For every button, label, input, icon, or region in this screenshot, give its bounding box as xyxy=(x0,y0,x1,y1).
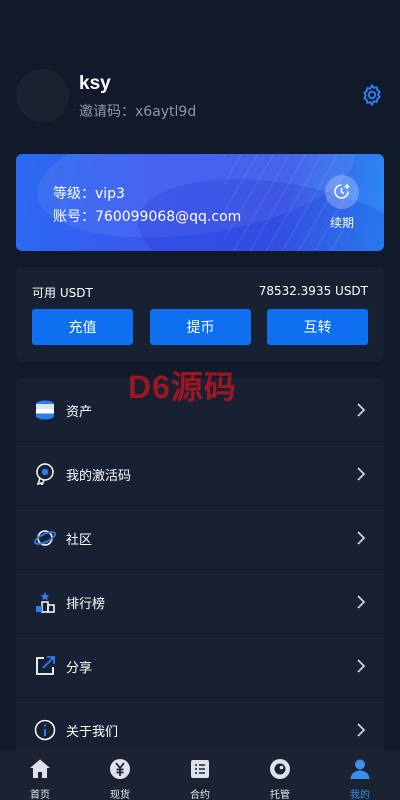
tab-label: 现货 xyxy=(110,790,130,800)
chevron-right-icon xyxy=(357,723,366,737)
invite-code: 邀请码：x6aytl9d xyxy=(79,104,197,120)
renew-button[interactable]: 续期 xyxy=(324,175,360,231)
camera-lens-icon xyxy=(270,759,290,779)
transfer-button[interactable]: 互转 xyxy=(267,309,368,345)
username: ksy xyxy=(79,73,111,94)
menu-item-leaderboard[interactable]: 排行榜 xyxy=(16,570,384,634)
home-icon xyxy=(30,759,50,778)
menu-list: 资产 我的激活码 社区 排行榜 分享 关于我们 xyxy=(16,378,384,758)
tab-label: 我的 xyxy=(350,790,370,800)
menu-item-label: 社区 xyxy=(66,533,93,548)
vip-level: 等级：vip3 xyxy=(53,186,125,202)
menu-item-community[interactable]: 社区 xyxy=(16,506,384,570)
tab-contract[interactable]: 合约 xyxy=(160,750,240,800)
info-icon xyxy=(34,719,56,741)
renew-label: 续期 xyxy=(329,216,354,230)
withdraw-button[interactable]: 提币 xyxy=(150,309,251,345)
gear-icon[interactable] xyxy=(360,83,384,107)
menu-item-label: 我的激活码 xyxy=(66,469,132,484)
avatar[interactable] xyxy=(16,69,69,122)
chevron-right-icon xyxy=(357,403,366,417)
watermark: D6源码 xyxy=(128,369,237,405)
share-icon xyxy=(36,656,55,675)
menu-item-label: 关于我们 xyxy=(66,725,119,740)
menu-item-label: 资产 xyxy=(66,405,93,420)
menu-item-about[interactable]: 关于我们 xyxy=(16,698,384,758)
tab-mine[interactable]: 我的 xyxy=(320,750,400,800)
menu-item-label: 排行榜 xyxy=(66,597,106,612)
chevron-right-icon xyxy=(357,595,366,609)
podium-icon xyxy=(36,592,55,613)
tab-spot[interactable]: 现货 xyxy=(80,750,160,800)
menu-item-share[interactable]: 分享 xyxy=(16,634,384,698)
balance-panel: 可用 USDT 78532.3935 USDT 充值 提币 互转 xyxy=(16,267,384,361)
yen-icon xyxy=(110,759,130,779)
vip-account: 账号：760099068@qq.com xyxy=(53,209,242,225)
profile-header: ksy 邀请码：x6aytl9d xyxy=(16,69,384,123)
balance-value: 78532.3935 USDT xyxy=(258,284,368,298)
menu-item-label: 分享 xyxy=(66,661,93,676)
balance-label: 可用 USDT xyxy=(32,286,93,300)
chevron-right-icon xyxy=(357,531,366,545)
tab-label: 合约 xyxy=(190,790,210,800)
tab-label: 托管 xyxy=(270,790,290,800)
chevron-right-icon xyxy=(357,659,366,673)
planet-icon xyxy=(34,530,56,546)
clock-plus-icon xyxy=(325,175,359,209)
tab-label: 首页 xyxy=(30,790,50,800)
disc-icon xyxy=(36,463,54,485)
chevron-right-icon xyxy=(357,467,366,481)
menu-item-activation-code[interactable]: 我的激活码 xyxy=(16,442,384,506)
coins-icon xyxy=(36,400,54,420)
tab-home[interactable]: 首页 xyxy=(0,750,80,800)
tab-custody[interactable]: 托管 xyxy=(240,750,320,800)
recharge-button[interactable]: 充值 xyxy=(32,309,133,345)
bottom-nav: 首页 现货 合约 托管 我的 xyxy=(0,750,400,800)
list-icon xyxy=(191,760,209,778)
user-icon xyxy=(350,759,370,779)
vip-card: 等级：vip3 账号：760099068@qq.com 续期 xyxy=(16,154,384,251)
